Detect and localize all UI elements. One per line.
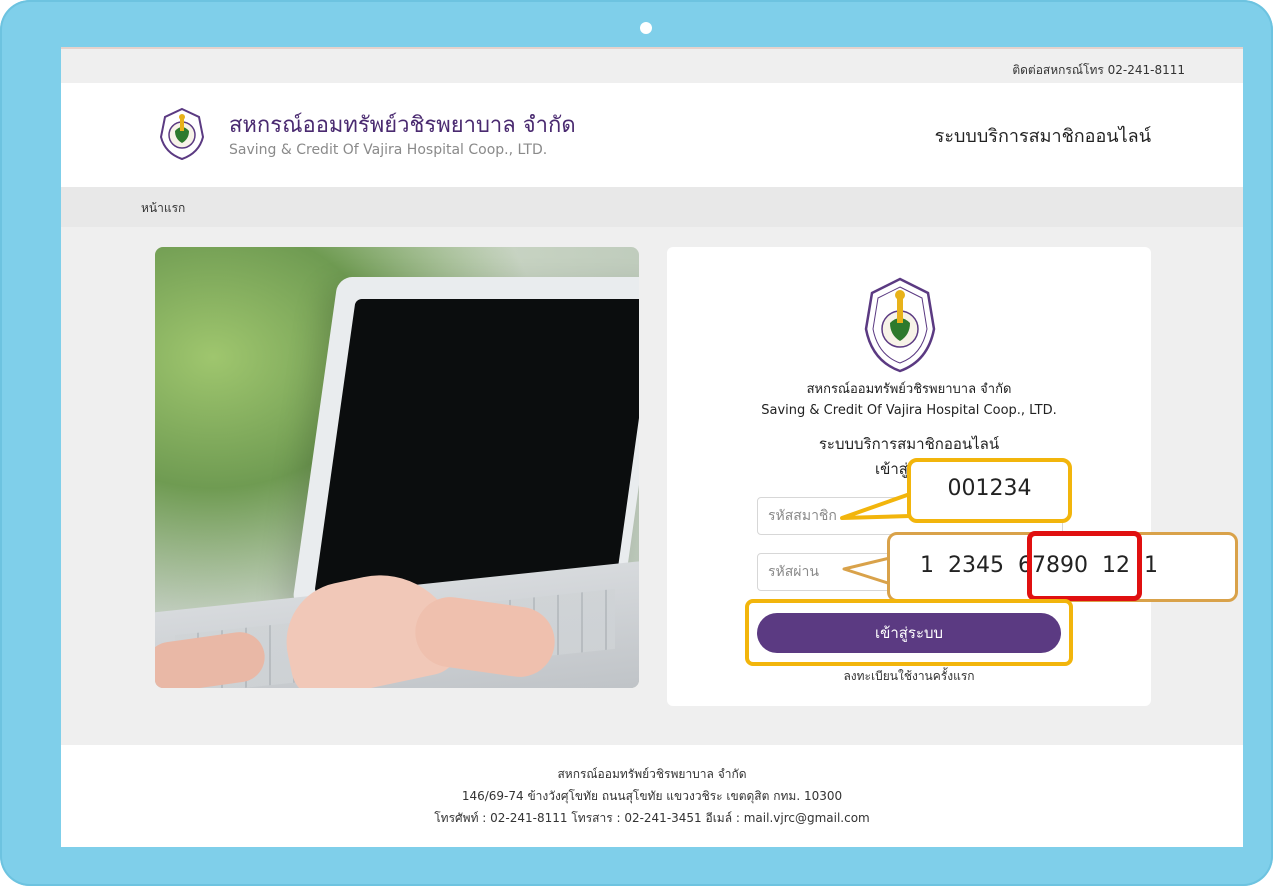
password-part-5: 1 [1144,553,1158,578]
laptop-screen [314,299,639,594]
laptop-photo [155,247,639,688]
browser-screen: ติดต่อสหกรณ์โทร 02-241-8111 สหกรณ์ออมทรั… [61,47,1243,847]
breadcrumb: หน้าแรก [61,187,1243,227]
password-highlight-box [1027,531,1142,601]
breadcrumb-home-link[interactable]: หน้าแรก [141,199,185,218]
register-link[interactable]: ลงทะเบียนใช้งานครั้งแรก [667,667,1151,686]
site-footer: สหกรณ์ออมทรัพย์วชิรพยาบาล จำกัด 146/69-7… [61,745,1243,847]
password-callout: 1 2345 67890 12 1 [887,531,1238,602]
brand-name-english: Saving & Credit Of Vajira Hospital Coop.… [229,142,548,158]
footer-contact: โทรศัพท์ : 02-241-8111 โทรสาร : 02-241-3… [434,811,870,825]
system-title: ระบบบริการสมาชิกออนไลน์ [934,126,1151,147]
member-id-callout: 001234 [907,458,1072,523]
login-button-highlight [745,599,1073,666]
contact-phone: ติดต่อสหกรณ์โทร 02-241-8111 [1012,63,1185,77]
password-part-1: 1 [920,553,934,578]
tablet-camera [640,22,652,34]
member-id-example: 001234 [947,476,1032,501]
brand-name-thai: สหกรณ์ออมทรัพย์วชิรพยาบาล จำกัด [229,113,576,138]
footer-address: 146/69-74 ข้างวังศุโขทัย ถนนสุโขทัย แขวง… [461,789,843,803]
coop-emblem-icon [864,277,936,373]
footer-org-name: สหกรณ์ออมทรัพย์วชิรพยาบาล จำกัด [557,767,747,781]
site-header: สหกรณ์ออมทรัพย์วชิรพยาบาล จำกัด Saving &… [61,83,1243,187]
card-system-name: ระบบบริการสมาชิกออนไลน์ [818,435,1000,453]
card-org-english: Saving & Credit Of Vajira Hospital Coop.… [761,403,1057,418]
card-org-thai: สหกรณ์ออมทรัพย์วชิรพยาบาล จำกัด [806,382,1012,397]
top-contact-bar: ติดต่อสหกรณ์โทร 02-241-8111 [61,47,1243,83]
coop-logo-icon[interactable] [159,107,205,161]
password-part-2: 2345 [948,553,1004,578]
